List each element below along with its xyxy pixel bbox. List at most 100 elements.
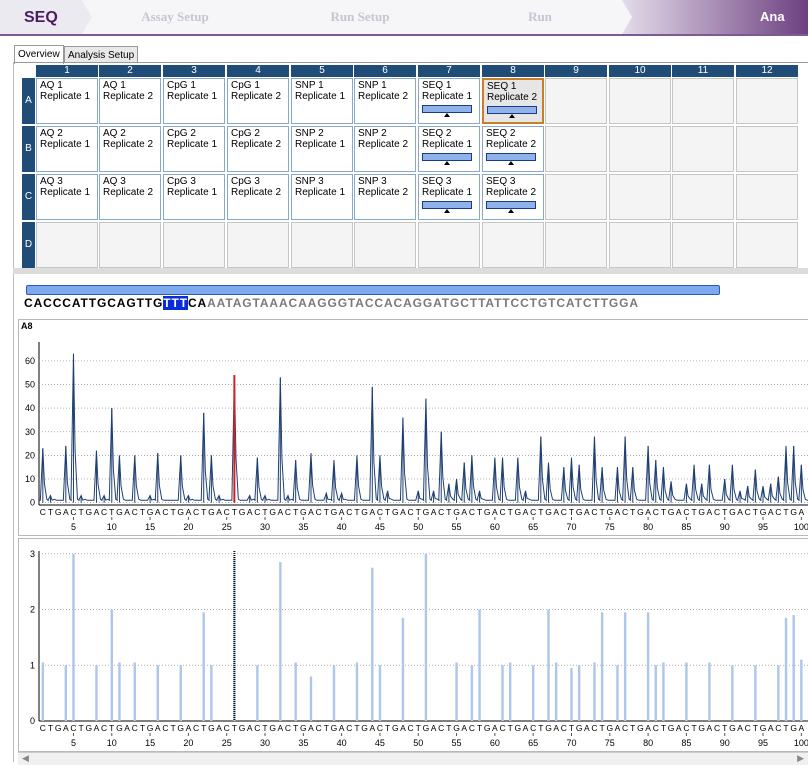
well-C6[interactable]: SNP 3 Replicate 2 (354, 174, 416, 220)
dispensation-letter: C (101, 507, 107, 517)
column-header-6[interactable]: 6 (354, 65, 416, 77)
y-tick-label: 3 (30, 549, 35, 559)
dispensation-letter: A (799, 507, 805, 517)
column-header-2[interactable]: 2 (99, 65, 161, 77)
well-B7[interactable]: SEQ 2 Replicate 1 (418, 126, 480, 172)
well-D8[interactable] (482, 222, 544, 268)
well-A6[interactable]: SNP 1 Replicate 2 (354, 78, 416, 124)
well-B12[interactable] (736, 126, 798, 172)
dispensation-letter: G (208, 507, 215, 517)
well-A1[interactable]: AQ 1 Replicate 1 (36, 78, 98, 124)
row-header-C[interactable]: C (22, 174, 35, 220)
well-C7[interactable]: SEQ 3 Replicate 1 (418, 174, 480, 220)
well-B2[interactable]: AQ 2 Replicate 2 (99, 126, 161, 172)
well-assay-label: SEQ 3 (422, 176, 452, 187)
well-replicate-label: Replicate 2 (231, 187, 282, 198)
well-D11[interactable] (672, 222, 734, 268)
column-header-1[interactable]: 1 (36, 65, 98, 77)
horizontal-scrollbar[interactable]: ◀ ▶ (18, 752, 808, 765)
dispensation-letter: G (668, 507, 675, 517)
dispensation-letter: G (576, 507, 583, 517)
well-D9[interactable] (545, 222, 607, 268)
well-D1[interactable] (36, 222, 98, 268)
well-A2[interactable]: AQ 1 Replicate 2 (99, 78, 161, 124)
well-D10[interactable] (609, 222, 671, 268)
scroll-right-icon[interactable]: ▶ (797, 753, 804, 764)
row-header-A[interactable]: A (22, 78, 35, 124)
column-header-5[interactable]: 5 (291, 65, 353, 77)
histogram-bar-58 (478, 609, 481, 721)
well-D6[interactable] (354, 222, 416, 268)
column-header-12[interactable]: 12 (736, 65, 798, 77)
step-run[interactable]: Run (465, 0, 615, 34)
well-D12[interactable] (736, 222, 798, 268)
column-header-4[interactable]: 4 (227, 65, 289, 77)
well-A9[interactable] (545, 78, 607, 124)
row-header-D[interactable]: D (22, 222, 35, 268)
dispensation-letter: G (606, 723, 613, 733)
well-B9[interactable] (545, 126, 607, 172)
well-B3[interactable]: CpG 2 Replicate 1 (163, 126, 225, 172)
sequence-text: CACCCATTGCAGTTGTTTCAAATAGTAAACAAGGGTACCA… (24, 296, 639, 310)
x-tick-label: 85 (681, 522, 691, 532)
x-tick-label: 20 (183, 738, 193, 748)
x-tick-label: 30 (260, 522, 270, 532)
well-B8[interactable]: SEQ 2 Replicate 2 (482, 126, 544, 172)
well-C10[interactable] (609, 174, 671, 220)
well-A3[interactable]: CpG 1 Replicate 1 (163, 78, 225, 124)
well-A4[interactable]: CpG 1 Replicate 2 (227, 78, 289, 124)
x-tick-label: 15 (145, 738, 155, 748)
column-header-9[interactable]: 9 (545, 65, 607, 77)
well-D4[interactable] (227, 222, 289, 268)
well-B4[interactable]: CpG 2 Replicate 2 (227, 126, 289, 172)
well-A12[interactable] (736, 78, 798, 124)
well-D7[interactable] (418, 222, 480, 268)
well-D2[interactable] (99, 222, 161, 268)
well-A7[interactable]: SEQ 1 Replicate 1 (418, 78, 480, 124)
well-C4[interactable]: CpG 3 Replicate 2 (227, 174, 289, 220)
well-C2[interactable]: AQ 3 Replicate 2 (99, 174, 161, 220)
dispensation-letter: T (416, 507, 421, 517)
well-A11[interactable] (672, 78, 734, 124)
well-A10[interactable] (609, 78, 671, 124)
dispensation-letter: G (116, 507, 123, 517)
well-A8[interactable]: SEQ 1 Replicate 2 (482, 78, 544, 124)
column-header-3[interactable]: 3 (163, 65, 225, 77)
well-B5[interactable]: SNP 2 Replicate 1 (291, 126, 353, 172)
dispensation-letter: A (645, 507, 651, 517)
well-C1[interactable]: AQ 3 Replicate 1 (36, 174, 98, 220)
well-assay-label: SNP 3 (295, 176, 324, 187)
dispensation-letter: G (269, 723, 276, 733)
well-C3[interactable]: CpG 3 Replicate 1 (163, 174, 225, 220)
column-header-7[interactable]: 7 (418, 65, 480, 77)
column-header-8[interactable]: 8 (482, 65, 544, 77)
scroll-left-icon[interactable]: ◀ (22, 753, 29, 764)
dispensation-letter: T (600, 723, 605, 733)
dispensation-letter: T (477, 507, 482, 517)
well-replicate-label: Replicate 2 (358, 187, 409, 198)
well-replicate-label: Replicate 1 (167, 187, 218, 198)
well-A5[interactable]: SNP 1 Replicate 1 (291, 78, 353, 124)
step-run-setup[interactable]: Run Setup (275, 0, 445, 34)
step-analysis[interactable]: Ana (760, 0, 808, 34)
well-B11[interactable] (672, 126, 734, 172)
well-B10[interactable] (609, 126, 671, 172)
column-header-11[interactable]: 11 (672, 65, 734, 77)
well-D5[interactable] (291, 222, 353, 268)
tab-analysis-setup[interactable]: Analysis Setup (64, 46, 139, 63)
splitter[interactable] (13, 268, 808, 274)
dispensation-letter: G (55, 723, 62, 733)
well-C11[interactable] (672, 174, 734, 220)
well-D3[interactable] (163, 222, 225, 268)
column-header-10[interactable]: 10 (609, 65, 671, 77)
well-B1[interactable]: AQ 2 Replicate 1 (36, 126, 98, 172)
well-B6[interactable]: SNP 2 Replicate 2 (354, 126, 416, 172)
well-C9[interactable] (545, 174, 607, 220)
well-C8[interactable]: SEQ 3 Replicate 2 (482, 174, 544, 220)
row-header-B[interactable]: B (22, 126, 35, 172)
dispensation-letter: G (790, 723, 797, 733)
well-C5[interactable]: SNP 3 Replicate 1 (291, 174, 353, 220)
dispensation-letter: C (40, 507, 46, 517)
well-C12[interactable] (736, 174, 798, 220)
step-assay-setup[interactable]: Assay Setup (95, 0, 255, 34)
